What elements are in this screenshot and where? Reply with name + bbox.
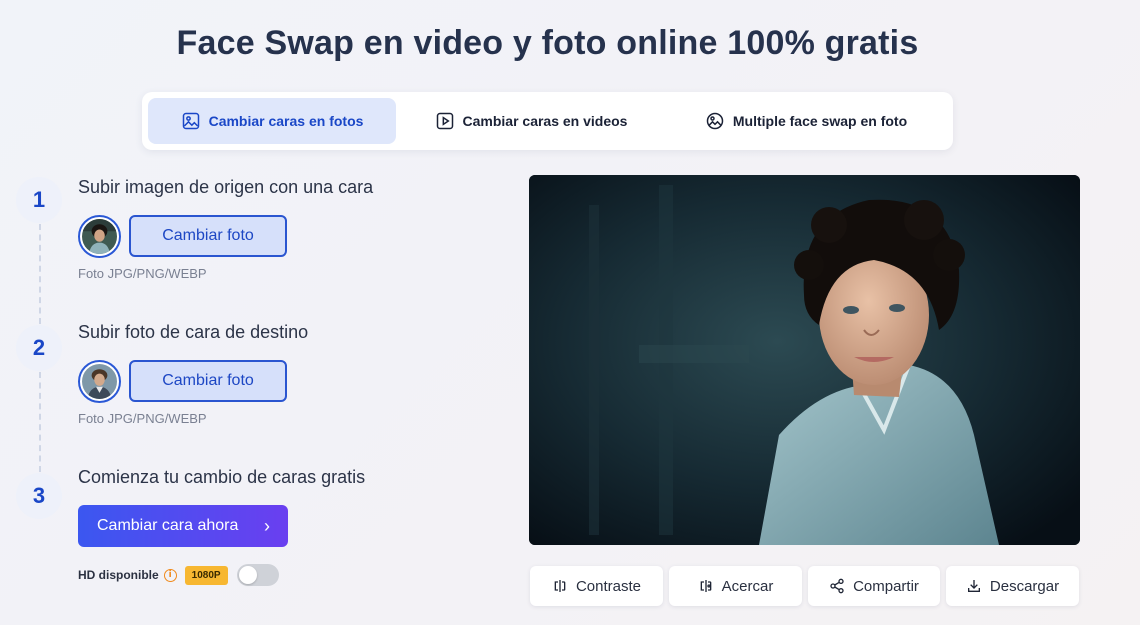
- contrast-button[interactable]: Contraste: [530, 566, 663, 606]
- step-number: 3: [16, 473, 62, 519]
- result-actions: Contraste Acercar Compartir Descargar: [530, 566, 1079, 606]
- source-face-avatar[interactable]: [78, 215, 121, 258]
- mode-tabs: Cambiar caras en fotos Cambiar caras en …: [142, 92, 953, 150]
- page-title: Face Swap en video y foto online 100% gr…: [176, 24, 919, 62]
- download-button[interactable]: Descargar: [946, 566, 1079, 606]
- tab-video-swap[interactable]: Cambiar caras en videos: [396, 98, 666, 144]
- zoom-button[interactable]: Acercar: [669, 566, 802, 606]
- tab-label: Multiple face swap en foto: [732, 113, 908, 129]
- tab-photo-swap[interactable]: Cambiar caras en fotos: [148, 98, 396, 144]
- target-face-avatar[interactable]: [78, 360, 121, 403]
- multi-face-image-icon: [706, 112, 724, 130]
- tab-label: Cambiar caras en fotos: [208, 113, 364, 129]
- change-source-photo-button[interactable]: Cambiar foto: [129, 215, 287, 257]
- video-play-icon: [436, 112, 453, 130]
- action-label: Contraste: [575, 577, 642, 595]
- compare-icon: [554, 580, 566, 592]
- chevron-right-icon: ›: [264, 516, 270, 536]
- step-title: Subir foto de cara de destino: [78, 322, 309, 342]
- result-image: [529, 175, 1080, 545]
- swap-button-label: Cambiar cara ahora: [97, 517, 239, 534]
- share-icon: [830, 578, 844, 594]
- tab-multiple-face-swap[interactable]: Multiple face swap en foto: [666, 98, 946, 144]
- file-format-hint: Foto JPG/PNG/WEBP: [78, 266, 207, 281]
- action-label: Compartir: [853, 577, 919, 595]
- download-icon: [967, 580, 980, 592]
- step-connector: [39, 372, 41, 472]
- zoom-compare-icon: [700, 580, 711, 592]
- toggle-knob: [238, 566, 257, 584]
- share-button[interactable]: Compartir: [808, 566, 940, 606]
- hd-toggle[interactable]: [236, 564, 279, 586]
- step-title: Comienza tu cambio de caras gratis: [78, 467, 366, 487]
- action-label: Acercar: [721, 577, 774, 595]
- change-target-photo-button[interactable]: Cambiar foto: [129, 360, 287, 402]
- step-connector: [39, 224, 41, 324]
- step-number: 1: [16, 177, 62, 223]
- image-icon: [182, 112, 199, 130]
- action-label: Descargar: [989, 577, 1060, 595]
- file-format-hint: Foto JPG/PNG/WEBP: [78, 411, 207, 426]
- info-icon[interactable]: i: [163, 568, 177, 582]
- swap-face-now-button[interactable]: Cambiar cara ahora ›: [78, 505, 288, 547]
- hd-label: HD disponible: [78, 568, 159, 582]
- tab-label: Cambiar caras en videos: [462, 113, 628, 129]
- step-title: Subir imagen de origen con una cara: [78, 177, 374, 197]
- hd-option: HD disponible i 1080P: [78, 564, 279, 586]
- step-number: 2: [16, 325, 62, 371]
- resolution-badge: 1080P: [184, 565, 228, 585]
